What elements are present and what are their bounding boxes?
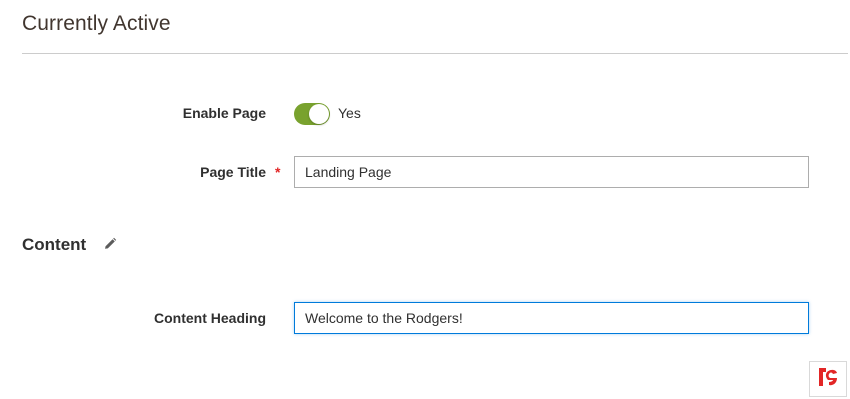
enable-page-toggle[interactable] [294,103,330,125]
logo-icon [816,366,840,393]
admin-page: Currently Active Enable Page Yes Page Ti… [0,0,850,399]
enable-page-status: Yes [338,105,361,121]
content-section-title: Content [22,235,87,254]
required-marker: * [275,164,281,180]
pencil-icon[interactable] [102,236,118,252]
section-divider [22,53,848,54]
logo-badge[interactable] [809,361,847,397]
page-title-label: Page Title [200,164,266,180]
enable-page-label: Enable Page [182,105,266,121]
section-title: Currently Active [22,12,171,35]
content-heading-input[interactable] [294,302,809,334]
toggle-knob [309,104,329,124]
page-title-input[interactable] [294,156,809,188]
content-heading-label: Content Heading [154,310,266,326]
